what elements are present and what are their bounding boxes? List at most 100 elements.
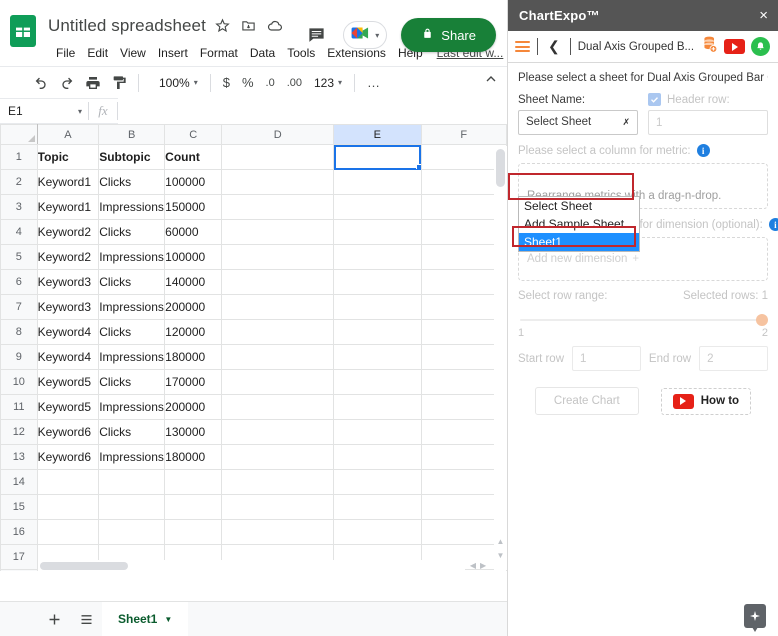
document-title[interactable]: Untitled spreadsheet — [48, 16, 206, 36]
move-to-folder-icon[interactable] — [240, 17, 258, 35]
header-row-checkbox[interactable] — [648, 93, 661, 106]
vertical-scrollbar-thumb[interactable] — [496, 149, 505, 187]
cell-C12[interactable]: 130000 — [164, 419, 223, 445]
menu-item-insert[interactable]: Insert — [152, 44, 194, 62]
cell-D13[interactable] — [221, 444, 335, 470]
cell-D14[interactable] — [221, 469, 335, 495]
notification-bell-icon[interactable] — [751, 37, 770, 56]
cell-B10[interactable]: Clicks — [98, 369, 166, 395]
cell-C14[interactable] — [164, 469, 223, 495]
hamburger-menu-icon[interactable] — [515, 39, 530, 55]
share-button[interactable]: Share — [401, 18, 496, 52]
sheet-option-select-sheet[interactable]: Select Sheet — [519, 197, 639, 215]
menu-item-file[interactable]: File — [50, 44, 81, 62]
percent-format-button[interactable]: % — [236, 71, 260, 95]
cell-D9[interactable] — [221, 344, 335, 370]
sheet-select[interactable]: Select Sheet ✗ — [518, 109, 638, 135]
cell-E11[interactable] — [333, 394, 422, 420]
cell-C8[interactable]: 120000 — [164, 319, 223, 345]
menu-item-view[interactable]: View — [114, 44, 152, 62]
cell-B7[interactable]: Impressions — [98, 294, 166, 320]
row-header-11[interactable]: 11 — [0, 394, 38, 420]
row-header-9[interactable]: 9 — [0, 344, 38, 370]
cell-C7[interactable]: 200000 — [164, 294, 223, 320]
cell-A7[interactable]: Keyword3 — [36, 294, 100, 320]
slider-track[interactable] — [520, 319, 766, 321]
cell-E10[interactable] — [333, 369, 422, 395]
cell-B4[interactable]: Clicks — [98, 219, 166, 245]
paint-format-icon[interactable] — [106, 71, 132, 95]
row-header-8[interactable]: 8 — [0, 319, 38, 345]
cell-C16[interactable] — [164, 519, 223, 545]
cell-C2[interactable]: 100000 — [164, 169, 223, 195]
cell-B9[interactable]: Impressions — [98, 344, 166, 370]
sheet-option-sheet1[interactable]: Sheet1 — [519, 233, 639, 251]
column-header-c[interactable]: C — [164, 124, 223, 145]
cell-E3[interactable] — [333, 194, 422, 220]
row-header-5[interactable]: 5 — [0, 244, 38, 270]
cell-E12[interactable] — [333, 419, 422, 445]
cell-A2[interactable]: Keyword1 — [36, 169, 100, 195]
cell-E16[interactable] — [333, 519, 422, 545]
scroll-right-arrow[interactable]: ▶ — [480, 561, 486, 570]
cell-C5[interactable]: 100000 — [164, 244, 223, 270]
cell-E9[interactable] — [333, 344, 422, 370]
cell-B14[interactable] — [98, 469, 166, 495]
cell-E5[interactable] — [333, 244, 422, 270]
cell-B13[interactable]: Impressions — [98, 444, 166, 470]
back-chevron-icon[interactable]: ❮ — [545, 38, 563, 55]
cell-C6[interactable]: 140000 — [164, 269, 223, 295]
cell-C3[interactable]: 150000 — [164, 194, 223, 220]
menu-item-edit[interactable]: Edit — [81, 44, 114, 62]
cell-D4[interactable] — [221, 219, 335, 245]
youtube-icon[interactable] — [724, 39, 745, 54]
cell-A5[interactable]: Keyword2 — [36, 244, 100, 270]
info-icon[interactable]: i — [768, 218, 778, 231]
cell-D12[interactable] — [221, 419, 335, 445]
redo-icon[interactable] — [54, 71, 80, 95]
cell-A12[interactable]: Keyword6 — [36, 419, 100, 445]
cell-D5[interactable] — [221, 244, 335, 270]
row-header-4[interactable]: 4 — [0, 219, 38, 245]
decrease-decimal-button[interactable]: .0 — [260, 71, 281, 95]
cell-A8[interactable]: Keyword4 — [36, 319, 100, 345]
cell-B16[interactable] — [98, 519, 166, 545]
select-all-corner[interactable] — [0, 124, 38, 145]
cell-C11[interactable]: 200000 — [164, 394, 223, 420]
cell-C13[interactable]: 180000 — [164, 444, 223, 470]
number-format-selector[interactable]: 123 ▾ — [308, 71, 348, 95]
cell-A3[interactable]: Keyword1 — [36, 194, 100, 220]
cell-E8[interactable] — [333, 319, 422, 345]
column-header-a[interactable]: A — [36, 124, 100, 145]
zoom-selector[interactable]: 100% ▾ — [153, 71, 204, 95]
row-header-18[interactable]: 18 — [0, 569, 38, 571]
cell-B5[interactable]: Impressions — [98, 244, 166, 270]
cell-A14[interactable] — [36, 469, 100, 495]
column-header-e[interactable]: E — [333, 124, 422, 145]
cell-D8[interactable] — [221, 319, 335, 345]
cell-A9[interactable]: Keyword4 — [36, 344, 100, 370]
formula-input[interactable] — [118, 98, 507, 124]
horizontal-scrollbar[interactable] — [38, 560, 465, 571]
row-header-2[interactable]: 2 — [0, 169, 38, 195]
cell-B2[interactable]: Clicks — [98, 169, 166, 195]
cell-E15[interactable] — [333, 494, 422, 520]
cell-D1[interactable] — [221, 144, 335, 170]
cell-B3[interactable]: Impressions — [98, 194, 166, 220]
column-header-f[interactable]: F — [420, 124, 507, 145]
cell-D15[interactable] — [221, 494, 335, 520]
comment-icon[interactable] — [303, 22, 329, 48]
cell-E1[interactable] — [333, 144, 422, 170]
cell-C4[interactable]: 60000 — [164, 219, 223, 245]
scroll-down-arrow[interactable]: ▼ — [496, 551, 505, 560]
cell-B8[interactable]: Clicks — [98, 319, 166, 345]
sheet-option-add-sample-sheet[interactable]: Add Sample Sheet — [519, 215, 639, 233]
row-range-slider[interactable]: 1 2 — [518, 314, 768, 340]
menu-item-format[interactable]: Format — [194, 44, 244, 62]
all-sheets-icon[interactable] — [70, 603, 102, 635]
collapse-toolbar-icon[interactable] — [483, 71, 499, 92]
row-header-12[interactable]: 12 — [0, 419, 38, 445]
cell-C10[interactable]: 170000 — [164, 369, 223, 395]
slider-knob[interactable] — [756, 314, 768, 326]
cell-D16[interactable] — [221, 519, 335, 545]
